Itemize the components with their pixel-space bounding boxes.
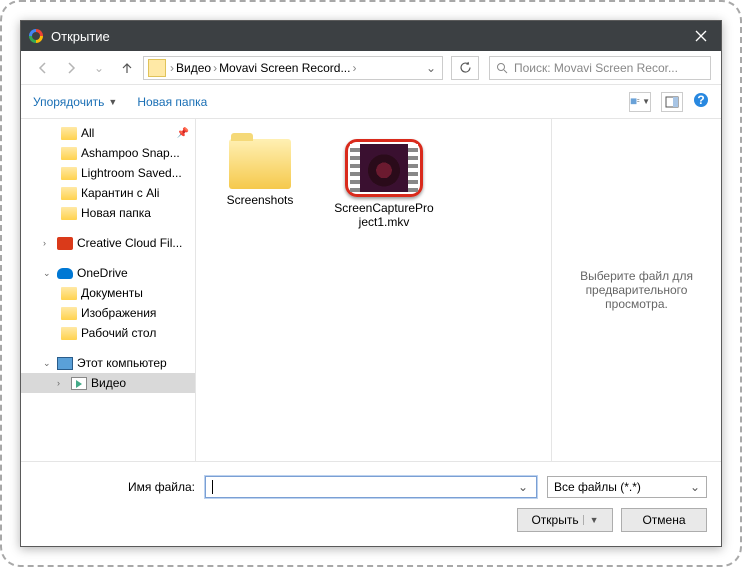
tree-item[interactable]: Новая папка	[21, 203, 195, 223]
thispc-icon	[57, 357, 73, 370]
chevron-down-icon[interactable]: ⌄	[422, 61, 440, 75]
content-area: Screenshots ScreenCaptureProject1.mkv Вы…	[196, 119, 721, 461]
file-item-video[interactable]: ScreenCaptureProject1.mkv	[334, 139, 434, 229]
chevron-right-icon: ›	[213, 61, 217, 75]
close-button[interactable]	[681, 21, 721, 51]
filename-label: Имя файла:	[35, 480, 195, 494]
folder-tree: All📌 Ashampoo Snap... Lightroom Saved...…	[21, 119, 196, 461]
caret-down-icon: ⌄	[43, 358, 53, 369]
chevron-down-icon: ⌄	[690, 480, 700, 494]
tree-item[interactable]: Документы	[21, 283, 195, 303]
onedrive-icon	[57, 268, 73, 279]
file-label: ScreenCaptureProject1.mkv	[334, 201, 434, 229]
forward-button[interactable]	[59, 56, 83, 80]
pane-icon	[665, 96, 679, 108]
video-icon	[71, 377, 87, 390]
folder-icon	[61, 187, 77, 200]
help-button[interactable]: ?	[693, 92, 709, 111]
titlebar: Открытие	[21, 21, 721, 51]
up-button[interactable]	[115, 56, 139, 80]
tree-item[interactable]: Lightroom Saved...	[21, 163, 195, 183]
caret-right-icon: ›	[57, 378, 67, 388]
open-file-dialog: Открытие ⌄ › Видео › Movavi Screen Recor…	[20, 20, 722, 547]
arrow-up-icon	[120, 61, 134, 75]
search-placeholder: Поиск: Movavi Screen Recor...	[514, 61, 678, 75]
organize-button[interactable]: Упорядочить ▼	[33, 95, 117, 109]
chevron-down-icon: ▼	[108, 97, 117, 107]
window-title: Открытие	[51, 29, 681, 44]
refresh-icon	[459, 61, 472, 74]
tree-item[interactable]: All📌	[21, 123, 195, 143]
pin-icon: 📌	[177, 128, 189, 139]
cancel-button[interactable]: Отмена	[621, 508, 707, 532]
text-cursor	[212, 480, 213, 494]
caret-down-icon: ⌄	[43, 268, 53, 279]
help-icon: ?	[693, 92, 709, 108]
close-icon	[695, 30, 707, 42]
preview-text: Выберите файл для предварительного просм…	[562, 269, 711, 311]
folder-icon	[61, 307, 77, 320]
back-button[interactable]	[31, 56, 55, 80]
file-item-folder[interactable]: Screenshots	[210, 139, 310, 207]
tree-item-thispc[interactable]: ⌄Этот компьютер	[21, 353, 195, 373]
folder-icon	[61, 127, 77, 140]
tree-item-onedrive[interactable]: ⌄OneDrive	[21, 263, 195, 283]
navigation-bar: ⌄ › Видео › Movavi Screen Record... › ⌄ …	[21, 51, 721, 85]
arrow-right-icon	[64, 61, 78, 75]
tree-item[interactable]: Рабочий стол	[21, 323, 195, 343]
caret-right-icon: ›	[43, 238, 53, 248]
tree-item[interactable]: Ashampoo Snap...	[21, 143, 195, 163]
tree-item[interactable]: Изображения	[21, 303, 195, 323]
tree-item[interactable]: Карантин с Ali	[21, 183, 195, 203]
folder-icon	[61, 327, 77, 340]
breadcrumb[interactable]: › Видео › Movavi Screen Record... › ⌄	[143, 56, 443, 80]
toolbar: Упорядочить ▼ Новая папка ▼ ?	[21, 85, 721, 119]
file-type-filter[interactable]: Все файлы (*.*) ⌄	[547, 476, 707, 498]
creative-cloud-icon	[57, 237, 73, 250]
folder-icon	[61, 167, 77, 180]
open-button[interactable]: Открыть ▼	[517, 508, 613, 532]
breadcrumb-part[interactable]: Видео	[176, 61, 211, 75]
folder-icon	[61, 207, 77, 220]
chrome-icon	[29, 29, 43, 43]
svg-text:?: ?	[697, 93, 704, 107]
selection-highlight	[345, 139, 423, 197]
video-thumbnail-icon	[350, 144, 418, 192]
breadcrumb-part[interactable]: Movavi Screen Record...	[219, 61, 350, 75]
view-mode-button[interactable]: ▼	[629, 92, 651, 112]
file-label: Screenshots	[227, 193, 294, 207]
recent-button[interactable]: ⌄	[87, 56, 111, 80]
chevron-down-icon[interactable]: ▼	[583, 515, 599, 525]
folder-icon	[148, 59, 166, 77]
dialog-footer: Имя файла: ⌄ Все файлы (*.*) ⌄ Открыть ▼…	[21, 461, 721, 546]
preview-pane: Выберите файл для предварительного просм…	[551, 119, 721, 461]
filename-input[interactable]: ⌄	[205, 476, 537, 498]
arrow-left-icon	[36, 61, 50, 75]
file-list[interactable]: Screenshots ScreenCaptureProject1.mkv	[196, 119, 551, 461]
preview-pane-button[interactable]	[661, 92, 683, 112]
chevron-right-icon: ›	[352, 61, 356, 75]
folder-icon	[61, 147, 77, 160]
folder-icon	[229, 139, 291, 189]
dialog-body: All📌 Ashampoo Snap... Lightroom Saved...…	[21, 119, 721, 461]
chevron-right-icon: ›	[170, 61, 174, 75]
search-input[interactable]: Поиск: Movavi Screen Recor...	[489, 56, 711, 80]
refresh-button[interactable]	[451, 56, 479, 80]
tree-item-video[interactable]: ›Видео	[21, 373, 195, 393]
chevron-down-icon[interactable]: ⌄	[514, 480, 532, 494]
new-folder-button[interactable]: Новая папка	[137, 95, 207, 109]
thumbnails-icon	[630, 96, 640, 108]
folder-icon	[61, 287, 77, 300]
search-icon	[496, 62, 508, 74]
tree-item[interactable]: ›Creative Cloud Fil...	[21, 233, 195, 253]
